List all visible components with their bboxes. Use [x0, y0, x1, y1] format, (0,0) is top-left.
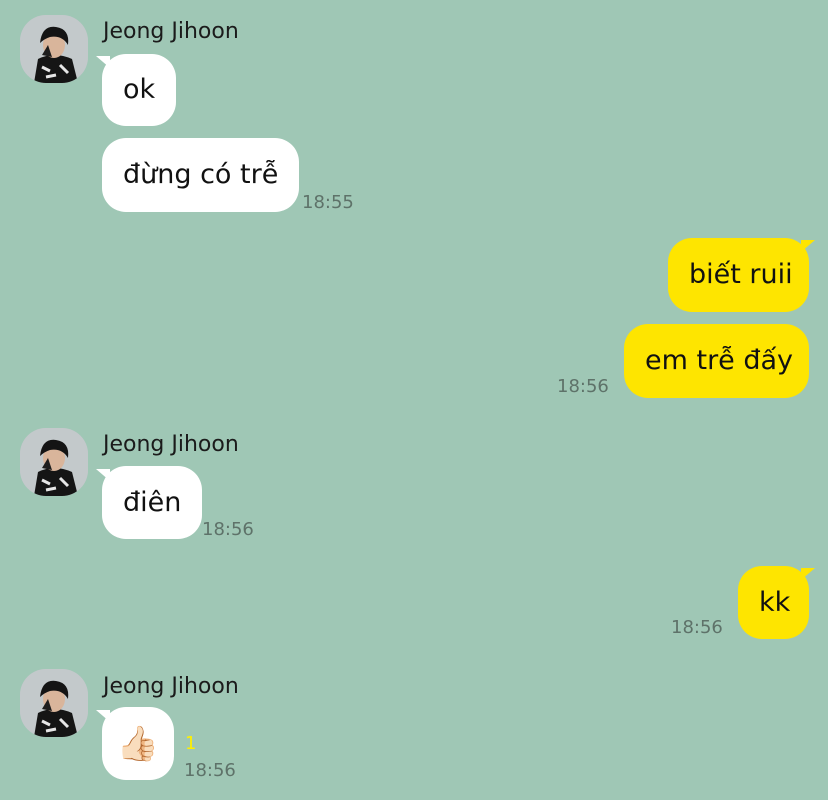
avatar-photo-icon: [20, 428, 88, 496]
thumbs-up-icon: 👍🏻: [116, 723, 160, 764]
message-text: biết ruii: [689, 259, 793, 290]
incoming-message[interactable]: điên: [102, 466, 203, 539]
sender-name: Jeong Jihoon: [103, 19, 239, 44]
contact-avatar[interactable]: [20, 15, 88, 83]
outgoing-message[interactable]: em trễ đấy: [624, 324, 809, 398]
message-timestamp: 18:56: [671, 617, 723, 638]
message-timestamp: 18:56: [557, 376, 609, 397]
message-text: đừng có trễ: [123, 159, 279, 190]
message-text: ok: [123, 74, 156, 105]
incoming-message[interactable]: ok: [102, 54, 177, 126]
message-text: em trễ đấy: [645, 345, 794, 376]
avatar-photo-icon: [20, 669, 88, 737]
message-text: kk: [759, 586, 791, 618]
outgoing-message[interactable]: biết ruii: [668, 238, 809, 312]
sender-name: Jeong Jihoon: [103, 432, 239, 457]
outgoing-message[interactable]: kk: [738, 566, 809, 639]
sender-name: Jeong Jihoon: [103, 674, 239, 699]
message-timestamp: 18:56: [184, 760, 236, 781]
contact-avatar[interactable]: [20, 428, 88, 496]
message-timestamp: 18:55: [302, 192, 354, 213]
avatar-photo-icon: [20, 15, 88, 83]
contact-avatar[interactable]: [20, 669, 88, 737]
incoming-message[interactable]: 👍🏻: [102, 707, 174, 780]
incoming-message[interactable]: đừng có trễ: [102, 138, 300, 212]
message-timestamp: 18:56: [202, 519, 254, 540]
unread-count: 1: [185, 733, 197, 754]
message-text: điên: [123, 486, 182, 518]
